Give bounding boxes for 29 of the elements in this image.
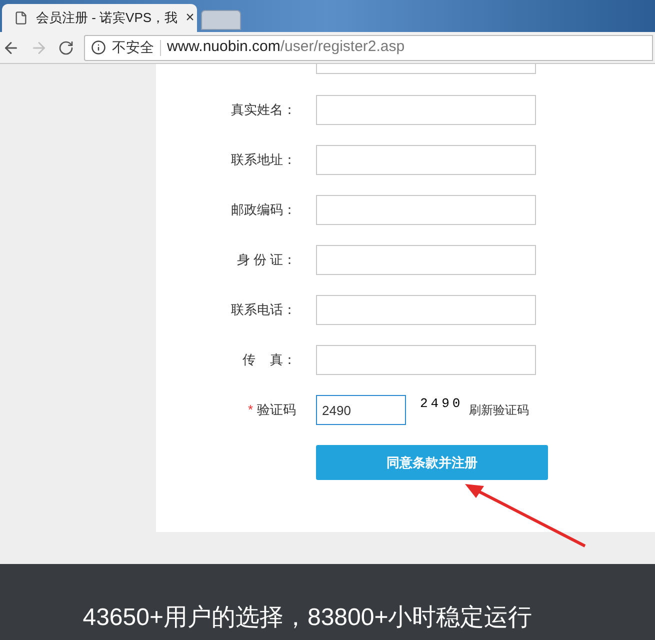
field-label: 联系地址：: [230, 151, 297, 170]
url-text: www.nuobin.com/user/register2.asp: [167, 37, 405, 58]
required-mark: *: [248, 401, 253, 420]
field-label: 邮政编码：: [230, 201, 297, 220]
reload-icon[interactable]: [58, 40, 74, 56]
close-button[interactable]: ×: [186, 6, 194, 30]
refresh-captcha-link[interactable]: 刷新验证码: [469, 401, 530, 419]
input-field[interactable]: [316, 195, 536, 225]
captcha-input[interactable]: 2490: [316, 395, 406, 425]
field-label: 联系电话：: [230, 301, 297, 320]
input-field[interactable]: [316, 245, 536, 275]
input-field[interactable]: [316, 64, 536, 74]
browser-tab[interactable]: 会员注册 - 诺宾VPS，我 ×: [2, 4, 197, 32]
field-label: 身 份 证：: [236, 251, 297, 270]
field-label: 真实姓名：: [230, 101, 297, 120]
captcha-image: 2490: [420, 395, 464, 414]
new-tab-button[interactable]: [201, 10, 241, 30]
tab-title: 会员注册 - 诺宾VPS，我: [36, 9, 178, 28]
field-label: 验证码: [257, 401, 296, 420]
input-field[interactable]: [316, 345, 536, 375]
input-field[interactable]: [316, 295, 536, 325]
page-icon: [14, 11, 28, 25]
address-bar[interactable]: 不安全 www.nuobin.com/user/register2.asp: [84, 34, 653, 60]
footer-headline: 43650+用户的选择，83800+小时稳定运行: [82, 603, 532, 633]
input-field[interactable]: [316, 95, 536, 125]
field-label: 传 真：: [242, 351, 297, 370]
security-label: 不安全: [112, 38, 154, 57]
input-field[interactable]: [316, 145, 536, 175]
info-icon[interactable]: [91, 40, 106, 55]
